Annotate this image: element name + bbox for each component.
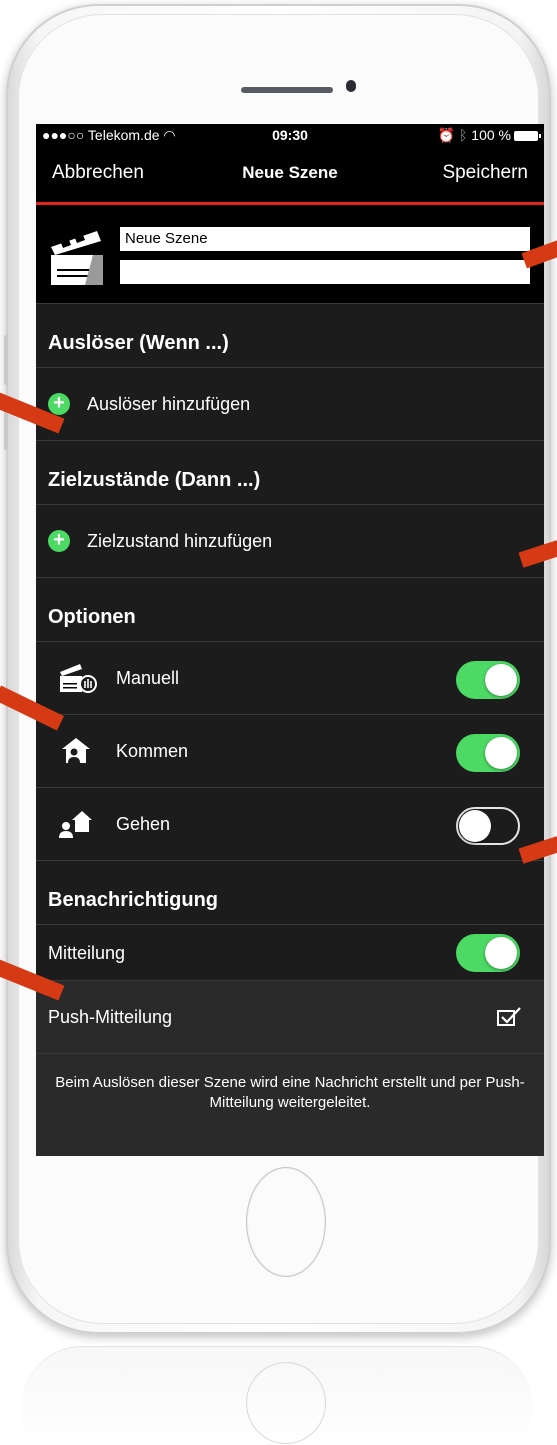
add-trigger-row[interactable]: + Auslöser hinzufügen: [36, 368, 544, 441]
nav-bar: Abbrechen Neue Szene Speichern: [36, 146, 544, 205]
section-title: Optionen: [48, 606, 136, 628]
section-title: Benachrichtigung: [48, 889, 219, 911]
section-header-options: Optionen: [36, 578, 544, 642]
section-header-triggers: Auslöser (Wenn ...): [36, 304, 544, 368]
status-bar: ●●●○○ Telekom.de ◠ 09:30 ⏰ ᛒ 100 %: [36, 124, 544, 146]
toggle-knob: [459, 810, 491, 842]
option-row-gehen: Gehen: [36, 788, 544, 861]
option-label: Manuell: [116, 668, 180, 688]
message-row: Mitteilung: [36, 925, 544, 981]
clapperboard-icon: [51, 231, 103, 285]
section-title: Zielzustände (Dann ...): [48, 469, 261, 491]
toggle-kommen[interactable]: [456, 734, 520, 772]
toggle-knob: [485, 937, 517, 969]
battery-icon: [514, 131, 541, 141]
scene-name-area: [36, 205, 544, 304]
section-header-targets: Zielzustände (Dann ...): [36, 441, 544, 505]
section-title: Auslöser (Wenn ...): [48, 332, 229, 354]
plus-circle-icon: +: [48, 530, 70, 552]
option-row-kommen: Kommen: [36, 715, 544, 788]
add-trigger-label: Auslöser hinzufügen: [87, 394, 251, 414]
home-button-reflection: [246, 1362, 326, 1444]
alarm-icon: ⏰: [437, 127, 456, 143]
add-target-row[interactable]: + Zielzustand hinzufügen: [36, 505, 544, 578]
home-button[interactable]: [246, 1167, 326, 1277]
push-row[interactable]: Push-Mitteilung: [36, 981, 544, 1054]
push-label: Push-Mitteilung: [48, 1007, 173, 1027]
checkbox-checked-icon[interactable]: [496, 1005, 522, 1029]
toggle-knob: [485, 664, 517, 696]
volume-button: [4, 335, 8, 385]
toggle-knob: [485, 737, 517, 769]
option-label: Kommen: [116, 741, 189, 761]
person-leave-icon: [59, 811, 92, 838]
earpiece-speaker: [241, 87, 333, 93]
message-label: Mitteilung: [48, 943, 126, 963]
toggle-gehen[interactable]: [456, 807, 520, 845]
status-right: ⏰ ᛒ 100 %: [437, 127, 541, 144]
toggle-message[interactable]: [456, 934, 520, 972]
app-screen: ●●●○○ Telekom.de ◠ 09:30 ⏰ ᛒ 100 % Abbre…: [36, 124, 544, 1156]
toggle-manuell[interactable]: [456, 661, 520, 699]
save-button[interactable]: Speichern: [442, 162, 528, 184]
bluetooth-icon: ᛒ: [459, 127, 468, 143]
person-home-icon: [62, 738, 90, 763]
add-target-label: Zielzustand hinzufügen: [87, 531, 273, 551]
plus-circle-icon: +: [48, 393, 70, 415]
front-camera: [346, 80, 356, 92]
scene-name-input[interactable]: [120, 227, 530, 251]
option-label: Gehen: [116, 814, 171, 834]
section-header-notification: Benachrichtigung: [36, 861, 544, 925]
scene-description-input[interactable]: [120, 260, 530, 284]
notification-description: Beim Auslösen dieser Szene wird eine Nac…: [36, 1054, 544, 1156]
option-row-manuell: Manuell: [36, 642, 544, 715]
clapper-hand-icon: [60, 664, 97, 693]
battery-label: 100 %: [471, 127, 511, 143]
